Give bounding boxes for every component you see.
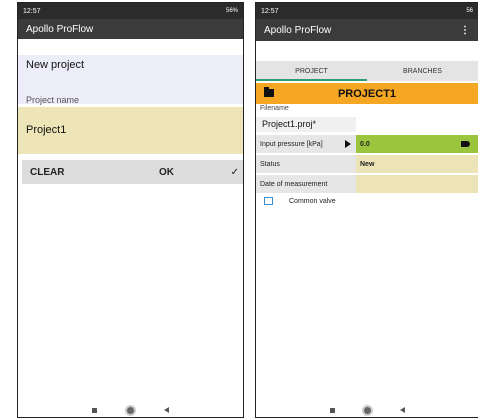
overflow-menu-icon[interactable]: ⋮: [460, 25, 470, 36]
app-title: Apollo ProFlow: [264, 24, 332, 36]
date-row: Date of measurement: [256, 175, 478, 193]
home-icon[interactable]: [125, 404, 136, 416]
input-pressure-field[interactable]: 0.0: [356, 135, 478, 153]
common-valve-option[interactable]: Common valve: [264, 197, 336, 205]
project-name-input[interactable]: Project1: [18, 107, 243, 154]
input-pressure-row: Input pressure [kPa] 0.0: [256, 135, 478, 153]
common-valve-label: Common valve: [289, 197, 336, 205]
common-valve-checkbox[interactable]: [264, 197, 273, 205]
date-field[interactable]: [356, 175, 478, 193]
app-title: Apollo ProFlow: [26, 23, 94, 35]
recents-icon[interactable]: [92, 407, 97, 413]
home-icon[interactable]: [361, 404, 373, 416]
filename-value: Project1.proj*: [256, 117, 356, 132]
tab-bar: PROJECT BRANCHES: [256, 61, 478, 81]
check-icon: ✓: [230, 166, 239, 178]
navigation-bar: [18, 403, 243, 417]
status-value: New: [356, 155, 478, 173]
ok-button[interactable]: OK ✓: [88, 160, 243, 184]
tag-icon[interactable]: [461, 141, 470, 147]
recents-icon[interactable]: [329, 407, 335, 413]
battery-indicator: 56%: [225, 8, 238, 14]
right-screen: 12:57 56 Apollo ProFlow ⋮ PROJECT BRANCH…: [255, 2, 478, 418]
status-bar: 12:57 56%: [18, 3, 243, 19]
navigation-bar: [256, 403, 478, 417]
ok-button-label: OK: [159, 166, 174, 178]
folder-icon[interactable]: [264, 87, 274, 97]
filename-label: Filename: [260, 105, 289, 112]
clear-button[interactable]: CLEAR: [22, 160, 95, 184]
back-icon[interactable]: [164, 407, 169, 413]
project-name-label: Project name: [26, 95, 80, 105]
input-pressure-label: Input pressure [kPa]: [256, 135, 356, 153]
back-icon[interactable]: [399, 407, 405, 413]
left-screen: 12:57 56% Apollo ProFlow New project Pro…: [17, 2, 244, 418]
status-bar: 12:57 56: [256, 3, 478, 19]
project-header: PROJECT1: [256, 83, 478, 104]
app-bar: Apollo ProFlow: [18, 19, 243, 39]
project-title: PROJECT1: [337, 87, 397, 100]
status-label: Status: [256, 155, 356, 173]
status-row: Status New: [256, 155, 478, 173]
tab-branches[interactable]: BRANCHES: [367, 61, 478, 81]
tab-project[interactable]: PROJECT: [256, 61, 367, 81]
app-bar: Apollo ProFlow ⋮: [256, 19, 478, 41]
status-time: 12:57: [261, 7, 279, 15]
clear-button-label: CLEAR: [30, 166, 65, 178]
status-time: 12:57: [23, 7, 41, 15]
date-label: Date of measurement: [256, 175, 356, 193]
input-pressure-value: 0.0: [360, 140, 370, 148]
arrow-right-icon: [345, 140, 351, 148]
battery-indicator: 56: [466, 8, 473, 14]
